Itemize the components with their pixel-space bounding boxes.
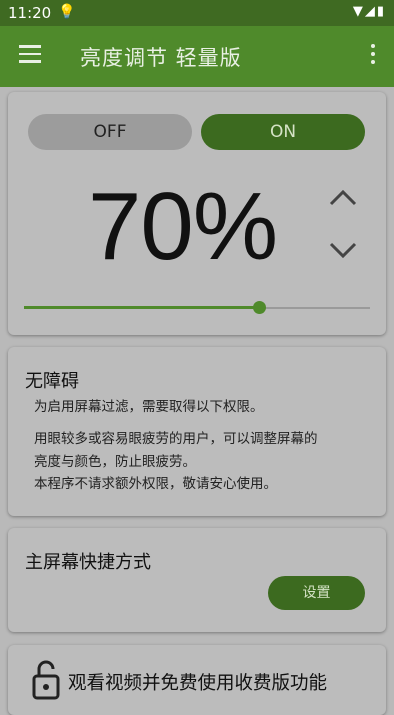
brightness-percent: 70% — [88, 173, 278, 280]
notification-bulb-icon: 💡 — [58, 4, 76, 20]
off-button[interactable]: OFF — [28, 114, 192, 150]
hamburger-menu-icon[interactable] — [19, 45, 41, 63]
shortcut-card: 主屏幕快捷方式 设置 — [8, 528, 386, 632]
status-icons: ▼◢▮ — [352, 4, 386, 19]
accessibility-card: 无障碍 为启用屏幕过滤，需要取得以下权限。 用眼较多或容易眼疲劳的用户，可以调整… — [8, 347, 386, 516]
accessibility-line-2: 用眼较多或容易眼疲劳的用户，可以调整屏幕的 — [34, 431, 318, 447]
promo-text: 观看视频并免费使用收费版功能 — [68, 673, 328, 694]
on-button[interactable]: ON — [201, 114, 365, 150]
status-bar: 11:20 💡 ▼◢▮ — [0, 0, 394, 26]
app-title: 亮度调节 轻量版 — [80, 46, 242, 70]
slider-thumb[interactable] — [253, 301, 267, 314]
slider-fill — [24, 306, 260, 309]
brightness-slider[interactable] — [24, 301, 370, 315]
shortcut-settings-button[interactable]: 设置 — [268, 576, 365, 610]
lock-icon — [30, 658, 62, 700]
shortcut-title: 主屏幕快捷方式 — [25, 552, 151, 573]
increase-chevron-up-icon[interactable] — [326, 184, 360, 212]
status-time: 11:20 — [8, 4, 52, 22]
brightness-card: OFF ON 70% — [8, 92, 386, 335]
promo-card[interactable]: 观看视频并免费使用收费版功能 — [8, 645, 386, 715]
decrease-chevron-down-icon[interactable] — [326, 236, 360, 264]
accessibility-line-3: 亮度与颜色，防止眼疲劳。 — [34, 454, 196, 470]
accessibility-title: 无障碍 — [25, 371, 79, 392]
more-options-icon[interactable] — [370, 44, 376, 66]
accessibility-line-1: 为启用屏幕过滤，需要取得以下权限。 — [34, 399, 264, 415]
app-toolbar: 亮度调节 轻量版 — [0, 26, 394, 87]
accessibility-line-4: 本程序不请求额外权限，敬请安心使用。 — [34, 476, 277, 492]
